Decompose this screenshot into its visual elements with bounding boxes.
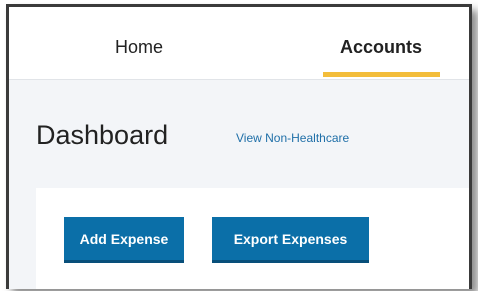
tab-home[interactable]: Home (109, 37, 169, 58)
tab-accounts[interactable]: Accounts (321, 37, 441, 58)
app-window: Home Accounts Dashboard View Non-Healthc… (6, 4, 472, 289)
view-non-healthcare-link[interactable]: View Non-Healthcare (236, 131, 349, 145)
page-title: Dashboard (36, 120, 169, 150)
page-header: Dashboard View Non-Healthcare (9, 80, 469, 185)
add-expense-button[interactable]: Add Expense (64, 217, 184, 263)
export-expenses-button[interactable]: Export Expenses (212, 217, 369, 263)
screenshot-frame: Home Accounts Dashboard View Non-Healthc… (0, 0, 478, 291)
actions-card: Add Expense Export Expenses (36, 188, 469, 289)
top-nav: Home Accounts (9, 7, 469, 80)
active-tab-indicator (323, 72, 440, 77)
